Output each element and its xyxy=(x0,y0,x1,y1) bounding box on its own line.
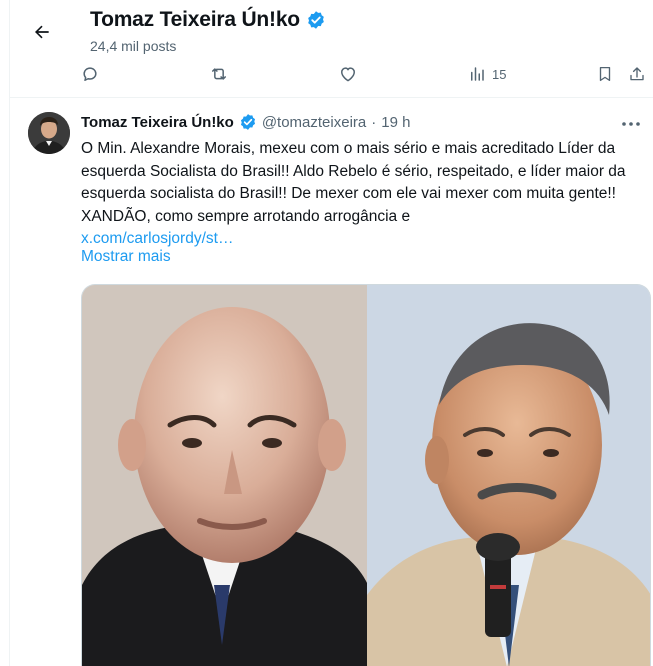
show-more-link[interactable]: Mostrar mais xyxy=(81,248,171,266)
tweet-header: Tomaz Teixeira Ún!ko @tomazteixeira · 19… xyxy=(81,113,410,131)
photo-right[interactable] xyxy=(367,285,650,666)
reply-icon xyxy=(83,67,97,81)
photo-left[interactable] xyxy=(82,285,367,666)
more-button[interactable] xyxy=(619,114,643,134)
verified-badge-icon xyxy=(240,114,255,130)
share-button[interactable] xyxy=(628,62,646,86)
verified-badge-icon xyxy=(308,11,324,29)
avatar-photo xyxy=(28,112,70,154)
left-gutter xyxy=(0,0,10,666)
retweet-icon xyxy=(212,68,226,80)
tweet-text: O Min. Alexandre Morais, mexeu com o mai… xyxy=(81,138,641,251)
tweet-body: O Min. Alexandre Morais, mexeu com o mai… xyxy=(81,140,626,225)
views-button[interactable]: 15 xyxy=(468,62,506,86)
avatar[interactable] xyxy=(28,112,70,154)
bookmark-icon xyxy=(599,66,611,82)
profile-name: Tomaz Teixeira Ún!ko xyxy=(90,8,300,31)
tweet-timestamp[interactable]: 19 h xyxy=(381,114,410,131)
separator-dot: · xyxy=(371,113,377,131)
tweet-media[interactable] xyxy=(81,284,651,666)
posts-count: 24,4 mil posts xyxy=(90,38,177,54)
heart-icon xyxy=(341,67,355,82)
arrow-left-icon xyxy=(35,25,49,39)
photo-left-image xyxy=(82,285,367,666)
author-name[interactable]: Tomaz Teixeira Ún!ko xyxy=(81,114,234,131)
reply-button[interactable] xyxy=(80,62,100,86)
more-dots-icon xyxy=(622,122,640,126)
photo-right-image xyxy=(367,285,650,666)
author-handle[interactable]: @tomazteixeira xyxy=(262,114,366,131)
share-icon xyxy=(630,67,644,81)
retweet-button[interactable] xyxy=(208,62,230,86)
bookmark-button[interactable] xyxy=(596,62,614,86)
views-count: 15 xyxy=(492,66,507,82)
like-button[interactable] xyxy=(338,62,358,86)
profile-title: Tomaz Teixeira Ún!ko xyxy=(90,8,326,32)
bar-chart-icon xyxy=(471,67,484,81)
back-button[interactable] xyxy=(28,18,56,46)
tweet[interactable]: Tomaz Teixeira Ún!ko @tomazteixeira · 19… xyxy=(10,98,653,666)
action-bar: 15 xyxy=(10,62,653,88)
